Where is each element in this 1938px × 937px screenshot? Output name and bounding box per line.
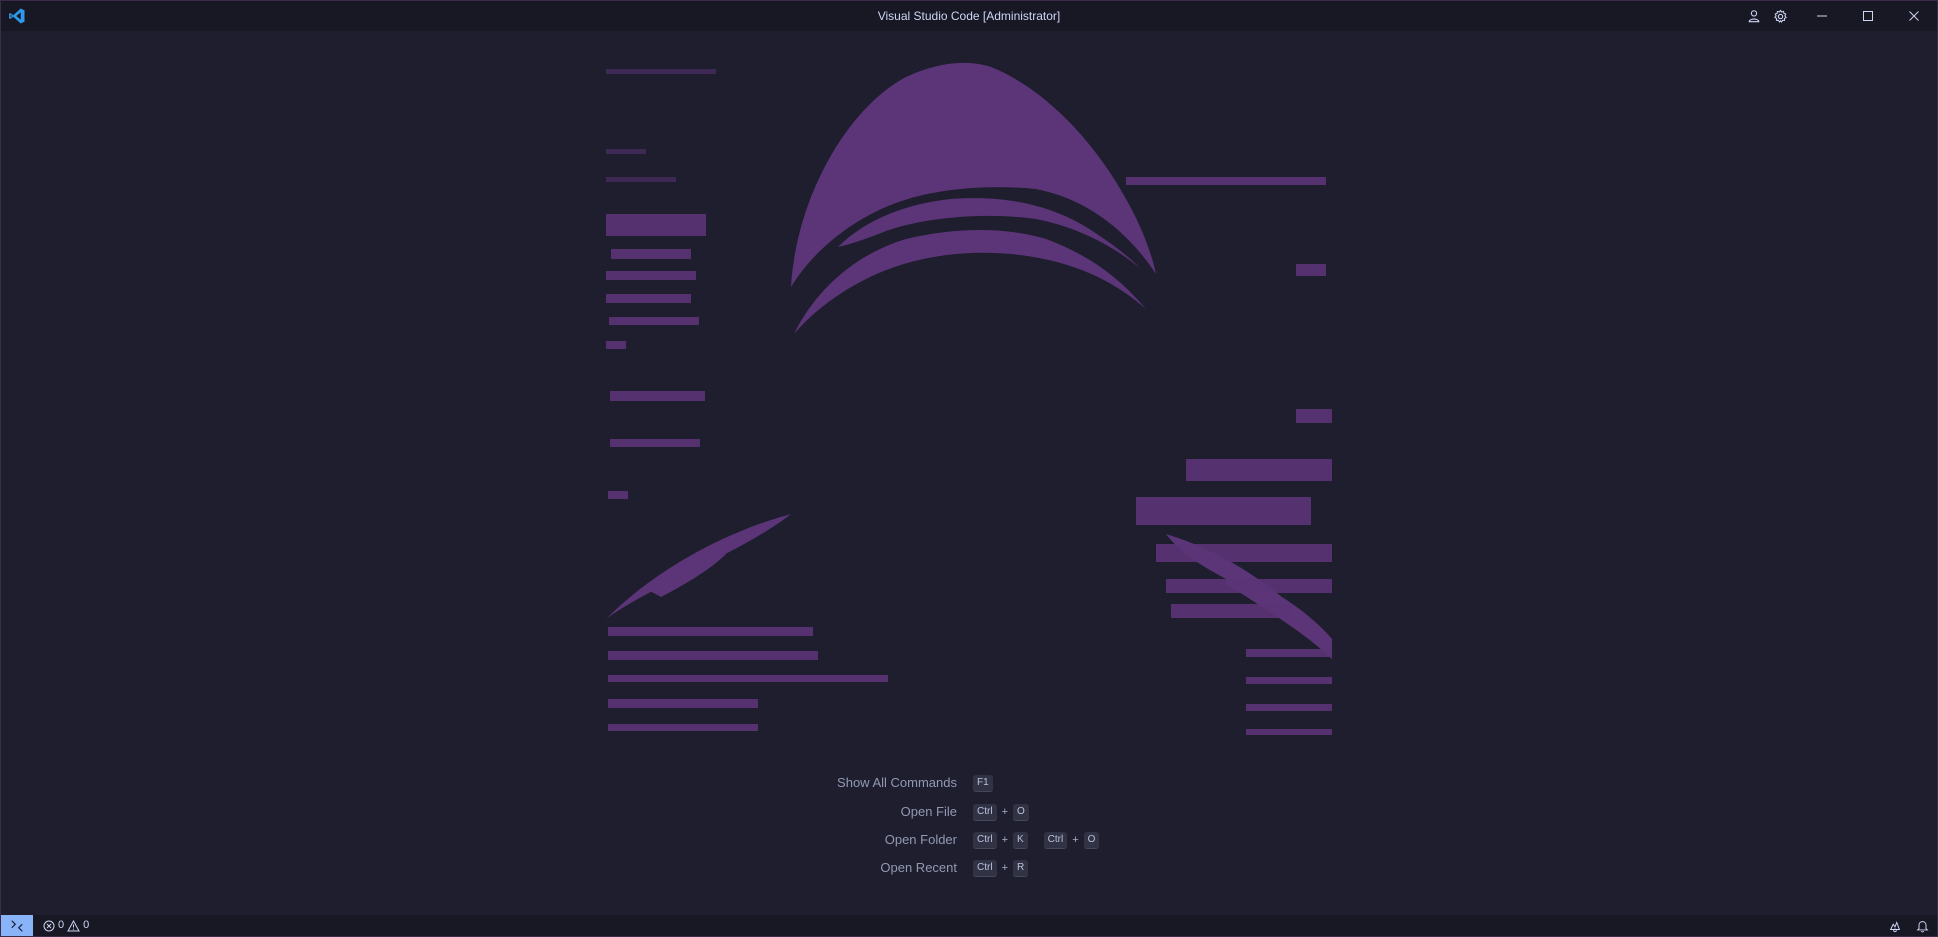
- error-count: 0: [58, 919, 65, 931]
- remote-icon: [11, 919, 23, 932]
- shortcut-open-folder[interactable]: Open Folder Ctrl + K Ctrl + O: [1, 830, 1937, 850]
- gear-icon: [1773, 9, 1787, 23]
- key: O: [1013, 803, 1029, 821]
- settings-button[interactable]: [1767, 1, 1793, 31]
- key: F1: [973, 774, 993, 792]
- key: Ctrl: [973, 859, 997, 877]
- close-button[interactable]: [1891, 1, 1937, 31]
- minimize-icon: [1817, 15, 1827, 17]
- warning-count: 0: [83, 919, 90, 931]
- editor-area: Show All Commands F1 Open File Ctrl + O …: [1, 31, 1937, 915]
- problems-indicator[interactable]: 0 0: [43, 915, 89, 936]
- title-bar: Visual Studio Code [Administrator]: [1, 1, 1937, 31]
- key: Ctrl: [1043, 831, 1068, 849]
- key-plus: +: [1072, 834, 1079, 846]
- shortcut-open-recent[interactable]: Open Recent Ctrl + R: [1, 858, 1937, 878]
- key: O: [1083, 831, 1100, 849]
- bell-icon[interactable]: [1916, 919, 1929, 933]
- remote-button[interactable]: [1, 915, 33, 936]
- account-button[interactable]: [1741, 1, 1767, 31]
- shortcut-label: Open File: [900, 804, 957, 819]
- account-icon: [1748, 10, 1760, 23]
- close-icon: [1909, 11, 1919, 21]
- window-title: Visual Studio Code [Administrator]: [877, 9, 1061, 23]
- key-plus: +: [1001, 862, 1008, 874]
- shortcut-show-all-commands[interactable]: Show All Commands F1: [1, 773, 1937, 793]
- key: R: [1013, 859, 1029, 877]
- maximize-icon: [1863, 11, 1873, 21]
- key: Ctrl: [973, 803, 997, 821]
- editor-watermark-image: [606, 62, 1332, 735]
- key: K: [1013, 831, 1028, 849]
- error-icon: [43, 920, 55, 931]
- status-bar: 0 0: [1, 915, 1937, 936]
- minimize-button[interactable]: [1799, 1, 1845, 31]
- shortcut-label: Show All Commands: [837, 775, 957, 790]
- key-plus: +: [1001, 806, 1008, 818]
- shortcut-label: Open Folder: [884, 832, 957, 847]
- shortcut-open-file[interactable]: Open File Ctrl + O: [1, 802, 1937, 822]
- key-plus: +: [1001, 834, 1008, 846]
- maximize-button[interactable]: [1845, 1, 1891, 31]
- key: Ctrl: [973, 831, 997, 849]
- warning-icon: [67, 919, 80, 931]
- shortcut-label: Open Recent: [880, 860, 957, 875]
- copilot-icon[interactable]: [1888, 919, 1902, 933]
